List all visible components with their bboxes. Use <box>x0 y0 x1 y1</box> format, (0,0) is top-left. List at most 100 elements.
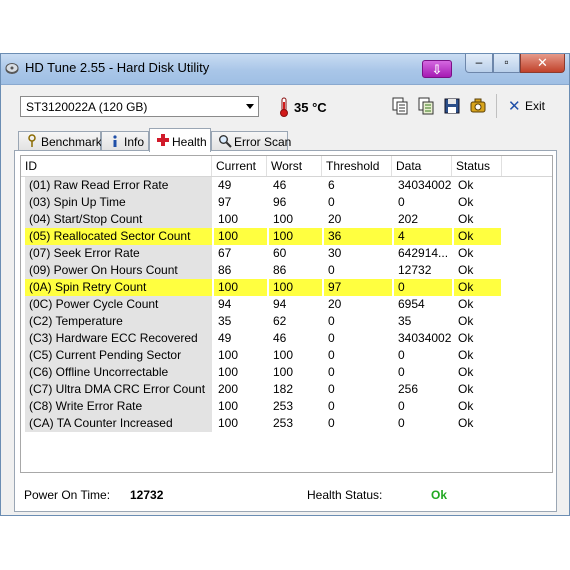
copy-all-icon[interactable] <box>416 96 436 116</box>
cell-current: 100 <box>214 228 267 245</box>
window-title: HD Tune 2.55 - Hard Disk Utility <box>25 60 210 75</box>
cell-current: 100 <box>214 279 267 296</box>
cell-id: (0A) Spin Retry Count <box>25 279 212 296</box>
minimize-button[interactable]: – <box>465 54 493 73</box>
tab-health-label: Health <box>172 135 207 149</box>
cell-id: (0C) Power Cycle Count <box>25 296 212 313</box>
cell-data: 202 <box>398 212 419 226</box>
cell-threshold: 20 <box>328 297 342 311</box>
table-row[interactable]: (C2) Temperature 35 62 0 35 Ok <box>21 313 552 330</box>
table-row[interactable]: (0C) Power Cycle Count 94 94 20 6954 Ok <box>21 296 552 313</box>
tab-benchmark-label: Benchmark <box>41 135 102 149</box>
cell-data: 4 <box>394 228 452 245</box>
cell-threshold: 0 <box>328 416 335 430</box>
table-row[interactable]: (C6) Offline Uncorrectable 100 100 0 0 Ok <box>21 364 552 381</box>
cell-data: 0 <box>398 416 405 430</box>
drive-select[interactable]: ST3120022A (120 GB) <box>20 96 259 117</box>
cell-current: 100 <box>218 365 239 379</box>
cell-threshold: 30 <box>328 246 342 260</box>
toolbar-separator <box>496 94 497 118</box>
cell-current: 67 <box>218 246 232 260</box>
cell-status: Ok <box>454 279 501 296</box>
power-on-time-value: 12732 <box>130 488 164 502</box>
cell-threshold: 36 <box>324 228 392 245</box>
cell-current: 100 <box>218 399 239 413</box>
copy-icon[interactable] <box>390 96 410 116</box>
column-header-status[interactable]: Status <box>452 156 502 176</box>
cell-threshold: 0 <box>328 399 335 413</box>
cell-data: 642914... <box>398 246 449 260</box>
cell-current: 94 <box>218 297 232 311</box>
cell-status: Ok <box>458 416 474 430</box>
column-header-current[interactable]: Current <box>212 156 267 176</box>
cell-worst: 94 <box>273 297 287 311</box>
cell-threshold: 6 <box>328 178 335 192</box>
tab-benchmark[interactable]: Benchmark <box>18 131 102 151</box>
cell-status: Ok <box>458 314 474 328</box>
table-row[interactable]: (C7) Ultra DMA CRC Error Count 200 182 0 256… <box>21 381 552 398</box>
cell-id: (09) Power On Hours Count <box>25 262 212 279</box>
cell-id: (03) Spin Up Time <box>25 194 212 211</box>
temperature-value: 35 °C <box>294 100 327 115</box>
cell-data: 12732 <box>398 263 432 277</box>
cell-threshold: 0 <box>328 331 335 345</box>
cell-data: 34034002 <box>398 178 452 192</box>
cell-threshold: 97 <box>324 279 392 296</box>
cell-data: 256 <box>398 382 419 396</box>
column-header-data[interactable]: Data <box>392 156 452 176</box>
screenshot-icon[interactable] <box>468 96 488 116</box>
cell-id: (C8) Write Error Rate <box>25 398 212 415</box>
health-status-value: Ok <box>431 488 448 502</box>
table-row[interactable]: (C3) Hardware ECC Recovered 49 46 0 34034002… <box>21 330 552 347</box>
cell-data: 6954 <box>398 297 425 311</box>
cell-data: 0 <box>398 365 405 379</box>
cell-threshold: 0 <box>328 365 335 379</box>
cell-current: 49 <box>218 178 232 192</box>
cell-worst: 60 <box>273 246 287 260</box>
tab-info[interactable]: Info <box>101 131 149 151</box>
close-button[interactable]: ✕ <box>520 54 565 73</box>
table-row[interactable]: (C8) Write Error Rate 100 253 0 0 Ok <box>21 398 552 415</box>
cell-worst: 46 <box>273 178 287 192</box>
cell-id: (C5) Current Pending Sector <box>25 347 212 364</box>
table-row[interactable]: (CA) TA Counter Increased 100 253 0 0 Ok <box>21 415 552 432</box>
cell-threshold: 0 <box>328 348 335 362</box>
table-row[interactable]: (0A) Spin Retry Count 100 100 97 0 Ok <box>21 279 552 296</box>
cell-id: (04) Start/Stop Count <box>25 211 212 228</box>
table-row[interactable]: (C5) Current Pending Sector 100 100 0 0 Ok <box>21 347 552 364</box>
tab-error-scan-label: Error Scan <box>234 135 292 149</box>
table-row[interactable]: (07) Seek Error Rate 67 60 30 642914... Ok <box>21 245 552 262</box>
column-header-id[interactable]: ID <box>21 156 212 176</box>
cell-threshold: 0 <box>328 195 335 209</box>
cell-worst: 100 <box>273 212 294 226</box>
cell-data: 34034002 <box>398 331 452 345</box>
cell-worst: 100 <box>269 279 322 296</box>
table-row[interactable]: (01) Raw Read Error Rate 49 46 6 34034002 Ok <box>21 177 552 194</box>
cell-current: 49 <box>218 331 232 345</box>
column-header-threshold[interactable]: Threshold <box>322 156 392 176</box>
app-disk-icon <box>5 63 19 74</box>
cell-data: 35 <box>398 314 412 328</box>
cell-id: (C7) Ultra DMA CRC Error Count <box>25 381 212 398</box>
table-row[interactable]: (03) Spin Up Time 97 96 0 0 Ok <box>21 194 552 211</box>
cell-status: Ok <box>458 246 474 260</box>
cell-worst: 96 <box>273 195 287 209</box>
title-bar[interactable]: HD Tune 2.55 - Hard Disk Utility ⇩ – ▫ ✕ <box>1 54 569 85</box>
cell-current: 200 <box>218 382 239 396</box>
cell-id: (C2) Temperature <box>25 313 212 330</box>
table-row[interactable]: (04) Start/Stop Count 100 100 20 202 Ok <box>21 211 552 228</box>
table-body: (01) Raw Read Error Rate 49 46 6 34034002 Ok(… <box>21 177 552 432</box>
tab-health[interactable]: Health <box>149 128 211 152</box>
save-icon[interactable] <box>442 96 462 116</box>
table-row[interactable]: (09) Power On Hours Count 86 86 0 12732 Ok <box>21 262 552 279</box>
cell-current: 100 <box>218 348 239 362</box>
maximize-button[interactable]: ▫ <box>493 54 520 73</box>
power-on-time-label: Power On Time: <box>24 488 111 502</box>
tab-error-scan[interactable]: Error Scan <box>211 131 292 151</box>
cell-id: (C6) Offline Uncorrectable <box>25 364 212 381</box>
column-header-worst[interactable]: Worst <box>267 156 322 176</box>
minimize-to-tray-button[interactable]: ⇩ <box>422 60 452 78</box>
cell-status: Ok <box>458 348 474 362</box>
table-row[interactable]: (05) Reallocated Sector Count 100 100 36 4 Ok <box>21 228 552 245</box>
smart-attributes-table[interactable]: ID Current Worst Threshold Data Status (… <box>20 155 553 473</box>
